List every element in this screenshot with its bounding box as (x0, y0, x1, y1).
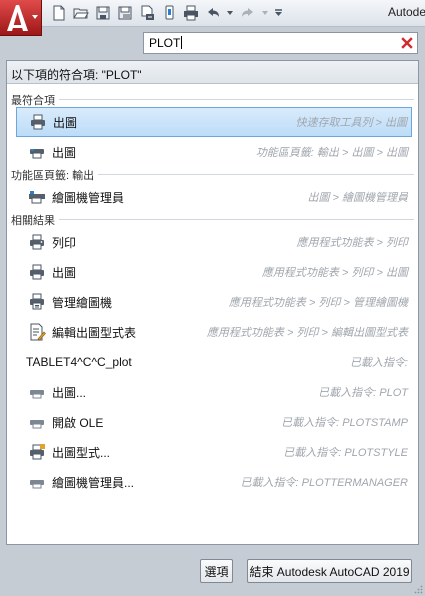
group-title: 最符合項 (11, 94, 55, 107)
result-path: 快速存取工具列 > 出圖 (295, 117, 407, 129)
result-label: 列印 (52, 235, 77, 250)
command-icon (26, 471, 48, 493)
group-divider (59, 99, 414, 100)
result-item[interactable]: 列印 應用程式功能表 > 列印 (16, 227, 412, 257)
plot-style-icon (26, 441, 48, 463)
result-item[interactable]: 管理繪圖機 應用程式功能表 > 列印 > 管理繪圖機 (16, 287, 412, 317)
result-path: 已載入指令: PLOTSTYLE (283, 447, 408, 459)
result-path: 出圖 > 繪圖機管理員 (307, 192, 408, 204)
result-label: 管理繪圖機 (52, 295, 113, 310)
result-path: 應用程式功能表 > 列印 > 出圖 (261, 267, 408, 279)
manage-plotters-icon (26, 291, 48, 313)
result-path: 應用程式功能表 > 列印 > 管理繪圖機 (228, 297, 408, 309)
result-label: 開啟 OLE (52, 415, 104, 430)
result-item[interactable]: 開啟 OLE 已載入指令: PLOTSTAMP (16, 407, 412, 437)
group-title: 相關結果 (11, 214, 55, 227)
plot-icon (26, 261, 48, 283)
search-results-panel: 以下項的符合項: "PLOT" 最符合項 出圖 快速存取工具列 > 出圖 出圖 功能區頁… (6, 60, 419, 545)
title-bar: Autode (0, 0, 425, 36)
result-label: 出圖... (52, 385, 87, 400)
result-item[interactable]: 編輯出圖型式表 應用程式功能表 > 列印 > 編輯出圖型式表 (16, 317, 412, 347)
redo-icon[interactable] (237, 3, 258, 23)
plot-icon[interactable] (180, 3, 201, 23)
results-group-header: 最符合項 (11, 92, 414, 107)
result-label: 繪圖機管理員... (52, 475, 135, 490)
save-to-web-icon[interactable] (158, 3, 179, 23)
result-item[interactable]: 出圖型式... 已載入指令: PLOTSTYLE (16, 437, 412, 467)
result-label: 繪圖機管理員 (52, 190, 125, 205)
result-item[interactable]: TABLET4^C^C_plot 已載入指令: (16, 347, 412, 377)
result-label: 出圖 (52, 265, 77, 280)
undo-dropdown-icon[interactable] (224, 3, 236, 23)
search-bar: PLOT (0, 27, 425, 59)
result-label: 編輯出圖型式表 (52, 325, 137, 340)
result-path: 應用程式功能表 > 列印 > 編輯出圖型式表 (206, 327, 408, 339)
search-input[interactable]: PLOT (143, 32, 418, 54)
results-header: 以下項的符合項: "PLOT" (7, 61, 418, 84)
exit-autocad-button[interactable]: 結束 Autodesk AutoCAD 2019 (247, 559, 412, 583)
command-icon (26, 411, 48, 433)
result-path: 已載入指令: PLOTSTAMP (281, 417, 408, 429)
undo-icon[interactable] (202, 3, 223, 23)
result-path: 應用程式功能表 > 列印 (296, 237, 408, 249)
result-path: 已載入指令: PLOTTERMANAGER (240, 477, 408, 489)
result-item[interactable]: 繪圖機管理員 出圖 > 繪圖機管理員 (16, 182, 412, 212)
open-icon[interactable] (70, 3, 91, 23)
search-query[interactable]: PLOT (149, 36, 183, 50)
results-group-header: 相關結果 (11, 212, 414, 227)
save-as-icon[interactable] (114, 3, 135, 23)
result-path: 已載入指令: (349, 357, 408, 369)
result-label: 出圖型式... (52, 445, 111, 460)
search-query-text: PLOT (149, 36, 181, 50)
result-item[interactable]: 出圖 應用程式功能表 > 列印 > 出圖 (16, 257, 412, 287)
result-item[interactable]: 出圖 功能區頁籤: 輸出 > 出圖 > 出圖 (16, 137, 412, 167)
edit-plot-style-icon (26, 321, 48, 343)
options-button[interactable]: 選項 (200, 559, 233, 583)
quick-access-toolbar (48, 3, 284, 23)
plot-icon (27, 111, 49, 133)
result-label: TABLET4^C^C_plot (26, 355, 132, 369)
plot-ribbon-icon (26, 141, 48, 163)
result-item[interactable]: 出圖... 已載入指令: PLOT (16, 377, 412, 407)
application-menu-arrow-icon (32, 15, 38, 19)
customize-toolbar-icon[interactable] (272, 3, 284, 23)
plotter-manager-icon (26, 186, 48, 208)
open-from-web-icon[interactable] (136, 3, 157, 23)
result-label: 出圖 (52, 145, 77, 160)
application-menu-button[interactable] (0, 0, 42, 36)
result-item[interactable]: 繪圖機管理員... 已載入指令: PLOTTERMANAGER (16, 467, 412, 497)
clear-icon[interactable] (400, 36, 414, 50)
text-caret (181, 36, 183, 49)
results-list: 最符合項 出圖 快速存取工具列 > 出圖 出圖 功能區頁籤: 輸出 > 出圖 > 出圖功… (7, 84, 418, 497)
redo-dropdown-icon[interactable] (259, 3, 271, 23)
save-icon[interactable] (92, 3, 113, 23)
group-divider (59, 219, 414, 220)
results-group-header: 功能區頁籤: 輸出 (11, 167, 414, 182)
resize-grip-icon[interactable] (414, 585, 423, 594)
result-path: 功能區頁籤: 輸出 > 出圖 > 出圖 (255, 147, 408, 159)
autocad-logo-icon (7, 5, 28, 31)
result-label: 出圖 (53, 115, 78, 130)
new-icon[interactable] (48, 3, 69, 23)
window-title: Autode (388, 5, 425, 19)
command-icon (26, 381, 48, 403)
group-title: 功能區頁籤: 輸出 (11, 169, 95, 182)
print-icon (26, 231, 48, 253)
result-item[interactable]: 出圖 快速存取工具列 > 出圖 (16, 107, 412, 137)
group-divider (98, 174, 414, 175)
result-path: 已載入指令: PLOT (318, 387, 408, 399)
